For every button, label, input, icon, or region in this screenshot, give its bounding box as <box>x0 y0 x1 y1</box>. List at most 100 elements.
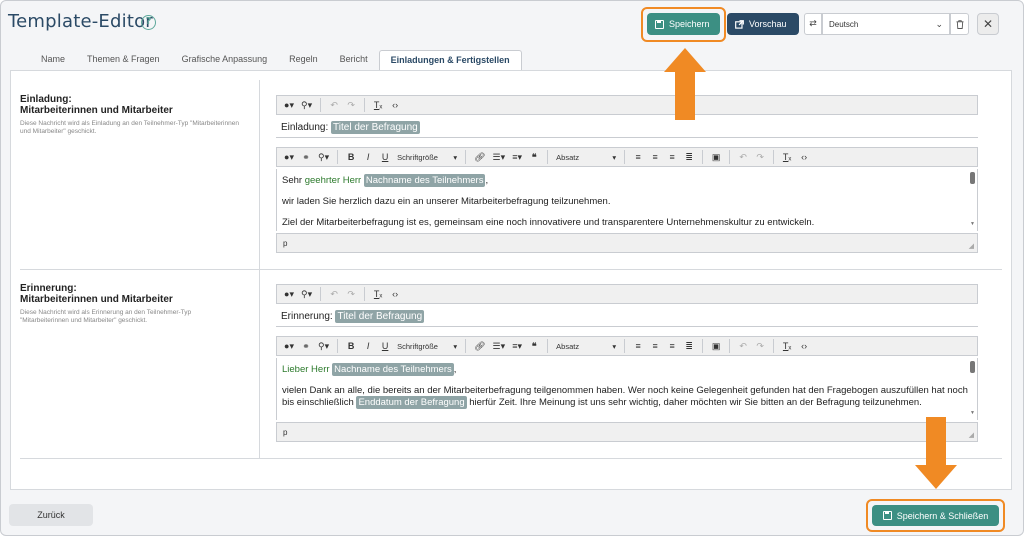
language-value: Deutsch <box>829 19 859 29</box>
tab-report[interactable]: Bericht <box>329 50 379 70</box>
bold-icon[interactable]: B <box>343 149 359 165</box>
font-size-select[interactable]: Schriftgröße ▾ <box>394 342 460 351</box>
align-justify-icon[interactable]: ≣ <box>681 338 697 354</box>
numbered-list-icon[interactable]: ≡▾ <box>509 149 525 165</box>
section-divider <box>20 269 1002 270</box>
source-code-icon[interactable]: ‹› <box>387 97 403 113</box>
image-icon[interactable]: ▣ <box>708 149 724 165</box>
invitation-title-line2: Mitarbeiterinnen und Mitarbeiter <box>20 105 173 116</box>
subject-toolbar: ●▾ ⚲▾ ↶ ↷ Tₓ ‹› <box>276 95 978 115</box>
more-options-icon[interactable]: ●▾ <box>281 149 297 165</box>
subject-field[interactable]: Einladung: Titel der Befragung <box>276 118 978 138</box>
language-select[interactable]: Deutsch ⌄ <box>822 13 950 35</box>
bold-icon[interactable]: B <box>343 338 359 354</box>
trash-icon[interactable] <box>950 13 969 35</box>
source-code-icon[interactable]: ‹› <box>796 149 812 165</box>
greeting-salutation: geehrter Herr <box>304 175 362 186</box>
tab-name[interactable]: Name <box>30 50 76 70</box>
align-right-icon[interactable]: ≡ <box>664 149 680 165</box>
link-placeholder-icon[interactable]: ⚭ <box>298 149 314 165</box>
subject-field[interactable]: Erinnerung: Titel der Befragung <box>276 307 978 327</box>
invitation-title-line1: Einladung: <box>20 94 72 105</box>
placeholder-tag: Titel der Befragung <box>331 121 420 134</box>
more-options-icon[interactable]: ●▾ <box>281 338 297 354</box>
subject-toolbar: ●▾ ⚲▾ ↶ ↷ Tₓ ‹› <box>276 284 978 304</box>
reminder-body-editor[interactable]: Lieber Herr Nachname des Teilnehmers, vi… <box>276 358 978 420</box>
clear-format-icon[interactable]: Tₓ <box>370 97 386 113</box>
scroll-down-icon[interactable]: ▼ <box>970 218 975 230</box>
tab-bar: Name Themen & Fragen Grafische Anpassung… <box>30 50 522 70</box>
underline-icon[interactable]: U <box>377 338 393 354</box>
close-button[interactable]: ✕ <box>977 13 999 35</box>
scroll-down-icon[interactable]: ▼ <box>970 407 975 419</box>
tab-topics-questions[interactable]: Themen & Fragen <box>76 50 171 70</box>
invitation-body-editor[interactable]: Sehr geehrter Herr Nachname des Teilnehm… <box>276 169 978 231</box>
tab-graphic-customization[interactable]: Grafische Anpassung <box>171 50 279 70</box>
source-code-icon[interactable]: ‹› <box>387 286 403 302</box>
align-right-icon[interactable]: ≡ <box>664 338 680 354</box>
body-toolbar: ●▾ ⚭ ⚲▾ B I U Schriftgröße ▾ 🔗︎ ☰▾ ≡▾ ❝ A… <box>276 147 978 167</box>
placeholder-insert-icon[interactable]: ⚲▾ <box>298 286 315 302</box>
save-button-highlight <box>641 7 726 42</box>
redo-icon[interactable]: ↷ <box>752 338 768 354</box>
scrollbar-thumb[interactable] <box>970 361 975 373</box>
redo-icon[interactable]: ↷ <box>343 286 359 302</box>
paragraph-label: Absatz <box>556 341 580 351</box>
redo-icon[interactable]: ↷ <box>752 149 768 165</box>
align-justify-icon[interactable]: ≣ <box>681 149 697 165</box>
reminder-title-line2: Mitarbeiterinnen und Mitarbeiter <box>20 294 173 305</box>
tab-rules[interactable]: Regeln <box>278 50 329 70</box>
body-paragraph: vielen Dank an alle, die bereits an der … <box>282 385 972 409</box>
save-and-close-highlight <box>866 499 1005 532</box>
underline-icon[interactable]: U <box>377 149 393 165</box>
italic-icon[interactable]: I <box>360 149 376 165</box>
clear-format-icon[interactable]: Tₓ <box>370 286 386 302</box>
reminder-description: Diese Nachricht wird als Erinnerung an d… <box>20 309 192 324</box>
placeholder-insert-icon[interactable]: ⚲▾ <box>315 149 332 165</box>
image-icon[interactable]: ▣ <box>708 338 724 354</box>
preview-button[interactable]: Vorschau <box>727 13 799 35</box>
resize-grip-icon[interactable]: ◢ <box>969 431 974 439</box>
column-divider <box>259 80 260 270</box>
placeholder-insert-icon[interactable]: ⚲▾ <box>298 97 315 113</box>
resize-grip-icon[interactable]: ◢ <box>969 242 974 250</box>
bullet-list-icon[interactable]: ☰▾ <box>490 338 509 354</box>
back-button[interactable]: Zurück <box>9 504 93 526</box>
undo-icon[interactable]: ↶ <box>735 338 751 354</box>
scrollbar-thumb[interactable] <box>970 172 975 184</box>
more-options-icon[interactable]: ●▾ <box>281 97 297 113</box>
undo-icon[interactable]: ↶ <box>326 97 342 113</box>
clear-format-icon[interactable]: Tₓ <box>779 149 795 165</box>
invitation-description: Diese Nachricht wird als Einladung an de… <box>20 120 239 135</box>
font-size-select[interactable]: Schriftgröße ▾ <box>394 153 460 162</box>
placeholder-tag: Enddatum der Befragung <box>356 396 467 409</box>
clear-format-icon[interactable]: Tₓ <box>779 338 795 354</box>
help-icon[interactable]: ? <box>141 15 156 30</box>
element-path: p <box>283 428 288 437</box>
link-placeholder-icon[interactable]: ⚭ <box>298 338 314 354</box>
blockquote-icon[interactable]: ❝ <box>526 338 542 354</box>
chevron-down-icon: ⌄ <box>935 19 943 29</box>
font-size-label: Schriftgröße <box>397 341 438 351</box>
link-icon[interactable]: 🔗︎ <box>471 149 488 165</box>
greeting-line: Lieber Herr Nachname des Teilnehmers, <box>282 363 972 376</box>
bullet-list-icon[interactable]: ☰▾ <box>490 149 509 165</box>
undo-icon[interactable]: ↶ <box>735 149 751 165</box>
link-icon[interactable]: 🔗︎ <box>471 338 488 354</box>
tab-invitations-finish[interactable]: Einladungen & Fertigstellen <box>378 50 522 70</box>
redo-icon[interactable]: ↷ <box>343 97 359 113</box>
placeholder-insert-icon[interactable]: ⚲▾ <box>315 338 332 354</box>
paragraph-select[interactable]: Absatz ▾ <box>553 342 619 351</box>
paragraph-select[interactable]: Absatz ▾ <box>553 153 619 162</box>
source-code-icon[interactable]: ‹› <box>796 338 812 354</box>
greeting-salutation: Lieber Herr <box>282 364 330 375</box>
align-left-icon[interactable]: ≡ <box>630 149 646 165</box>
more-options-icon[interactable]: ●▾ <box>281 286 297 302</box>
align-center-icon[interactable]: ≡ <box>647 149 663 165</box>
align-center-icon[interactable]: ≡ <box>647 338 663 354</box>
blockquote-icon[interactable]: ❝ <box>526 149 542 165</box>
numbered-list-icon[interactable]: ≡▾ <box>509 338 525 354</box>
italic-icon[interactable]: I <box>360 338 376 354</box>
undo-icon[interactable]: ↶ <box>326 286 342 302</box>
align-left-icon[interactable]: ≡ <box>630 338 646 354</box>
